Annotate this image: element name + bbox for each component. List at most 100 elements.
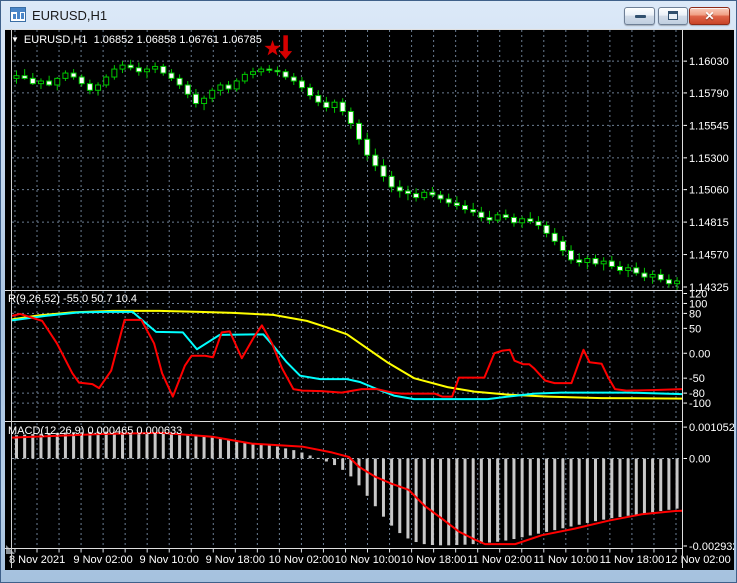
- macd-bar: [480, 459, 483, 544]
- scale-label: 0.00: [689, 348, 710, 360]
- macd-panel[interactable]: [12, 432, 682, 546]
- macd-bar: [651, 459, 654, 513]
- macd-bar: [235, 441, 238, 459]
- macd-bar: [260, 444, 263, 458]
- macd-bar: [23, 435, 26, 459]
- macd-bar: [325, 459, 328, 462]
- time-label: 10 Nov 02:00: [269, 554, 334, 566]
- macd-bar: [496, 459, 499, 542]
- chart-window: EURUSD,H1 ✕ 1.16030 1.15790 1.15545 1.15300…: [0, 0, 737, 583]
- macd-bar: [545, 459, 548, 532]
- minimize-button[interactable]: [624, 7, 655, 25]
- time-label: 10 Nov 10:00: [335, 554, 400, 566]
- macd-bar: [317, 458, 320, 459]
- macd-bar: [488, 459, 491, 543]
- sell-arrow-annotation: [264, 35, 292, 59]
- macd-bar: [366, 459, 369, 496]
- macd-bar: [472, 459, 475, 545]
- macd-bar: [406, 459, 409, 539]
- symbol-ohlc-line: ▼EURUSD,H1 1.06852 1.06858 1.06761 1.067…: [11, 34, 262, 46]
- macd-bar: [178, 435, 181, 459]
- macd-bar: [374, 459, 377, 507]
- panel-separator[interactable]: [5, 290, 683, 291]
- ohlc-open: 1.06852: [94, 34, 134, 46]
- title-bar[interactable]: EURUSD,H1 ✕: [1, 1, 736, 29]
- macd-bar: [227, 439, 230, 458]
- panel-separator[interactable]: [5, 421, 683, 422]
- macd-bar: [162, 434, 165, 459]
- macd-bar: [15, 435, 18, 458]
- macd-bar: [292, 450, 295, 458]
- macd-bar: [676, 459, 679, 509]
- macd-bar: [251, 443, 254, 459]
- scale-label: 1.15790: [689, 88, 729, 100]
- minimize-icon: [635, 15, 646, 18]
- ohlc-low: 1.06761: [179, 34, 219, 46]
- macd-bar: [333, 459, 336, 466]
- window-title: EURUSD,H1: [32, 8, 107, 23]
- scale-label: 50: [689, 323, 701, 335]
- signal-line: [12, 433, 682, 544]
- macd-bar: [398, 459, 401, 534]
- macd-bar: [211, 438, 214, 459]
- close-button[interactable]: ✕: [689, 7, 730, 25]
- ohlc-high: 1.06858: [136, 34, 176, 46]
- macd-bar: [504, 459, 507, 541]
- macd-bar: [276, 447, 279, 459]
- time-label: 9 Nov 18:00: [206, 554, 265, 566]
- panel-separator: [5, 29, 734, 30]
- macd-bar: [537, 459, 540, 534]
- macd-bar: [635, 459, 638, 515]
- close-icon: ✕: [690, 9, 729, 23]
- macd-bar: [186, 435, 189, 458]
- macd-bar: [439, 459, 442, 546]
- macd-bar: [300, 453, 303, 459]
- macd-bar: [578, 459, 581, 525]
- macd-bar: [415, 459, 418, 543]
- macd-bar: [586, 459, 589, 523]
- macd-bar: [594, 459, 597, 522]
- symbol-label: EURUSD,H1: [24, 34, 88, 46]
- fast-line: [12, 314, 682, 397]
- maximize-button[interactable]: [658, 7, 688, 25]
- oscillator-panel[interactable]: [12, 311, 682, 399]
- macd-bar: [561, 459, 564, 529]
- macd-bar: [643, 459, 646, 514]
- macd-bar: [341, 459, 344, 470]
- macd-bar: [602, 459, 605, 520]
- scale-label: 1.15300: [689, 153, 729, 165]
- time-label: 9 Nov 02:00: [73, 554, 132, 566]
- macd-bar: [219, 439, 222, 459]
- scale-divider: [682, 29, 683, 568]
- macd-bar: [570, 459, 573, 527]
- time-label: 11 Nov 18:00: [600, 554, 665, 566]
- macd-bar: [268, 445, 271, 458]
- macd-bar: [423, 459, 426, 545]
- panel-separator: [5, 548, 683, 549]
- maximize-icon: [668, 11, 678, 20]
- scale-label: 1.14815: [689, 217, 729, 229]
- macd-indicator-label: MACD(12,26,9) 0.000465 0.000633: [8, 425, 182, 437]
- macd-bar: [618, 459, 621, 517]
- symbol-dropdown-icon[interactable]: ▼: [11, 35, 19, 44]
- macd-bar: [529, 459, 532, 536]
- macd-bar: [610, 459, 613, 519]
- time-label: 12 Nov 02:00: [665, 554, 730, 566]
- scale-label: 1.16030: [689, 56, 729, 68]
- price-panel-candles[interactable]: [14, 60, 680, 291]
- chart-client-area: 1.16030 1.15790 1.15545 1.15300 1.15060 1.148…: [5, 29, 734, 570]
- macd-bar: [627, 459, 630, 516]
- macd-bar: [382, 459, 385, 517]
- time-label: 10 Nov 18:00: [401, 554, 466, 566]
- scale-label: -0.002932: [689, 541, 734, 553]
- macd-bar: [170, 434, 173, 458]
- scale-label: -100: [689, 398, 711, 410]
- macd-bar: [431, 459, 434, 546]
- scale-label: 1.15545: [689, 120, 729, 132]
- scale-label: 0.00: [689, 454, 710, 466]
- price-axis[interactable]: 1.16030 1.15790 1.15545 1.15300 1.15060 1.148…: [684, 56, 735, 553]
- scale-label: 1.14570: [689, 250, 729, 262]
- scale-label: 1.15060: [689, 185, 729, 197]
- macd-bar: [194, 436, 197, 459]
- scale-label: 0.001052: [689, 422, 734, 434]
